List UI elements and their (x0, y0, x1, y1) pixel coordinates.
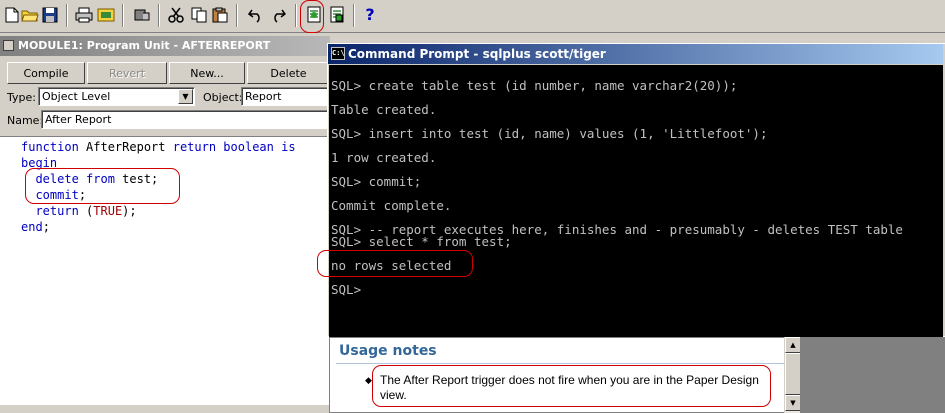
revert-button[interactable]: Revert (87, 62, 167, 84)
cmd-title-bar: C:\ Command Prompt - sqlplus scott/tiger (328, 44, 945, 64)
print-setup-icon[interactable] (96, 5, 116, 25)
window-title: MODULE1: Program Unit - AFTERREPORT (18, 39, 271, 52)
console-line: Commit complete. (331, 198, 452, 213)
code-line: commit; (21, 187, 86, 203)
type-select[interactable]: Object Level ▼ (38, 87, 195, 106)
code-token: end (21, 220, 43, 234)
console-line: SQL> select * from test; (331, 234, 512, 249)
console-line: SQL> commit; (331, 174, 422, 189)
window-title-bar: MODULE1: Program Unit - AFTERREPORT (0, 36, 330, 56)
debug-report-icon[interactable] (327, 5, 347, 25)
command-prompt-window: C:\ Command Prompt - sqlplus scott/tiger… (327, 43, 945, 337)
toolbar: ? (0, 0, 945, 33)
code-token: function (21, 140, 79, 154)
name-label: Name: (7, 114, 44, 127)
code-token: TRUE (93, 204, 123, 218)
run-report-icon[interactable] (304, 5, 324, 25)
copy-icon[interactable] (189, 5, 209, 25)
save-icon[interactable] (40, 5, 60, 25)
console-line: no rows selected (331, 258, 452, 273)
code-token: commit (35, 188, 79, 202)
code-token: AfterReport (78, 140, 173, 154)
code-line: end; (21, 219, 50, 235)
type-value: Object Level (42, 90, 111, 103)
console-line: SQL> create table test (id number, name … (331, 78, 738, 93)
code-token: return boolean is (172, 140, 296, 154)
code-token: ); (122, 204, 137, 218)
help-icon[interactable]: ? (360, 5, 380, 25)
object-label: Object: (203, 91, 243, 104)
usage-note-text: The After Report trigger does not fire w… (380, 373, 759, 402)
print-icon[interactable] (74, 5, 94, 25)
console-icon[interactable]: C:\ (331, 47, 345, 60)
new-button[interactable]: New... (169, 62, 245, 84)
object-field[interactable]: Report (241, 87, 330, 106)
type-label: Type: (7, 91, 36, 104)
undo-icon[interactable] (246, 5, 266, 25)
usage-notes-panel: Usage notes ◆ The After Report trigger d… (329, 337, 800, 413)
code-line: begin (21, 155, 57, 171)
scroll-up-icon[interactable]: ▲ (785, 337, 801, 353)
scroll-down-icon[interactable]: ▼ (785, 395, 801, 411)
name-field[interactable]: After Report (41, 110, 330, 129)
cut-icon[interactable] (166, 5, 186, 25)
redo-icon[interactable] (268, 5, 288, 25)
heading-divider (336, 363, 788, 364)
editor-gutter (0, 137, 16, 407)
code-line: function AfterReport return boolean is (21, 139, 296, 155)
code-token: begin (21, 156, 58, 170)
usage-vertical-scrollbar[interactable]: ▲ ▼ (784, 337, 801, 413)
code-token: ; (42, 220, 50, 234)
code-token: delete from (35, 172, 115, 186)
code-line: return (TRUE); (21, 203, 137, 219)
program-unit-window: MODULE1: Program Unit - AFTERREPORT Comp… (0, 36, 330, 413)
console-line: 1 row created. (331, 150, 437, 165)
run-icon[interactable] (132, 5, 152, 25)
delete-button[interactable]: Delete (247, 62, 330, 84)
workspace-background (800, 337, 945, 413)
code-token: test; (114, 172, 159, 186)
console-line: Table created. (331, 102, 437, 117)
console-line: SQL> (331, 282, 362, 297)
code-token: ; (78, 188, 87, 202)
cmd-title: Command Prompt - sqlplus scott/tiger (348, 47, 606, 61)
open-icon[interactable] (20, 5, 40, 25)
code-token: return (35, 204, 79, 218)
console-line: SQL> insert into test (id, name) values … (331, 126, 768, 141)
usage-notes-heading: Usage notes (339, 343, 437, 359)
console-output[interactable]: SQL> create table test (id number, name … (329, 65, 943, 337)
editor-horizontal-scrollbar[interactable] (0, 404, 330, 413)
code-token: ( (78, 204, 94, 218)
code-editor[interactable]: function AfterReport return boolean is be… (0, 136, 330, 407)
chevron-down-icon[interactable]: ▼ (178, 89, 193, 104)
compile-button[interactable]: Compile (7, 62, 85, 84)
paste-icon[interactable] (210, 5, 230, 25)
window-menu-icon[interactable] (3, 40, 14, 51)
new-icon[interactable] (2, 5, 22, 25)
scroll-thumb[interactable] (785, 353, 801, 395)
code-line: delete from test; (21, 171, 158, 187)
bullet-icon: ◆ (365, 376, 372, 386)
